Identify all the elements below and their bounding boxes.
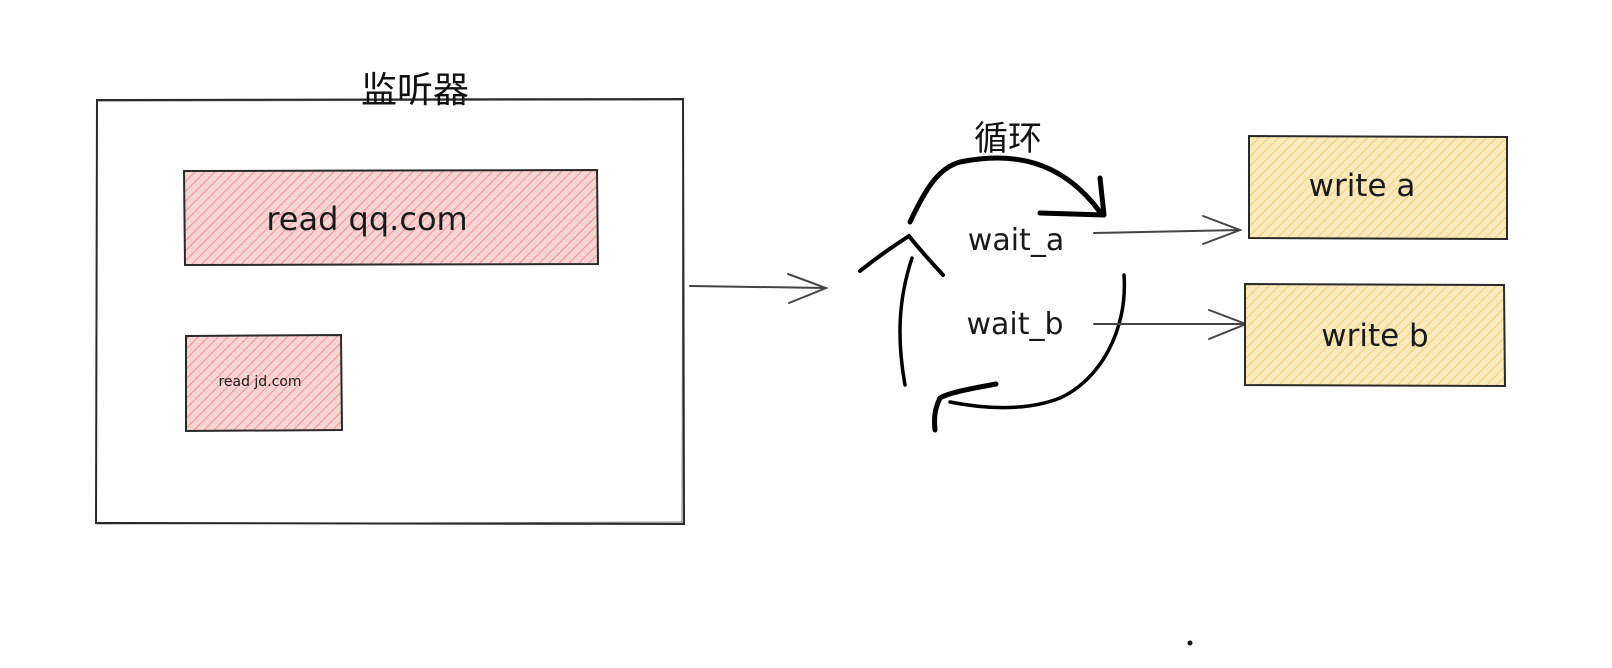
listener-title: 监听器: [361, 70, 469, 111]
event-loop-diagram: 监听器 read qq.com read jd.com 循环 wait_a wa…: [94, 70, 1508, 646]
wait-a-label: wait_a: [968, 223, 1064, 258]
listener-box: [94, 97, 686, 526]
loop-title: 循环: [974, 119, 1042, 159]
write-b-label: write b: [1321, 318, 1428, 354]
wait-a-to-write-a-arrow: [1093, 215, 1243, 245]
loop-cycle-arrows: [858, 155, 1127, 433]
wait-b-label: wait_b: [966, 307, 1063, 342]
write-a-label: write a: [1309, 168, 1416, 204]
read-jd-label: read jd.com: [218, 374, 301, 390]
listener-to-loop-arrow: [689, 273, 829, 304]
stray-dot: [1187, 640, 1193, 646]
read-qq-label: read qq.com: [266, 200, 467, 238]
